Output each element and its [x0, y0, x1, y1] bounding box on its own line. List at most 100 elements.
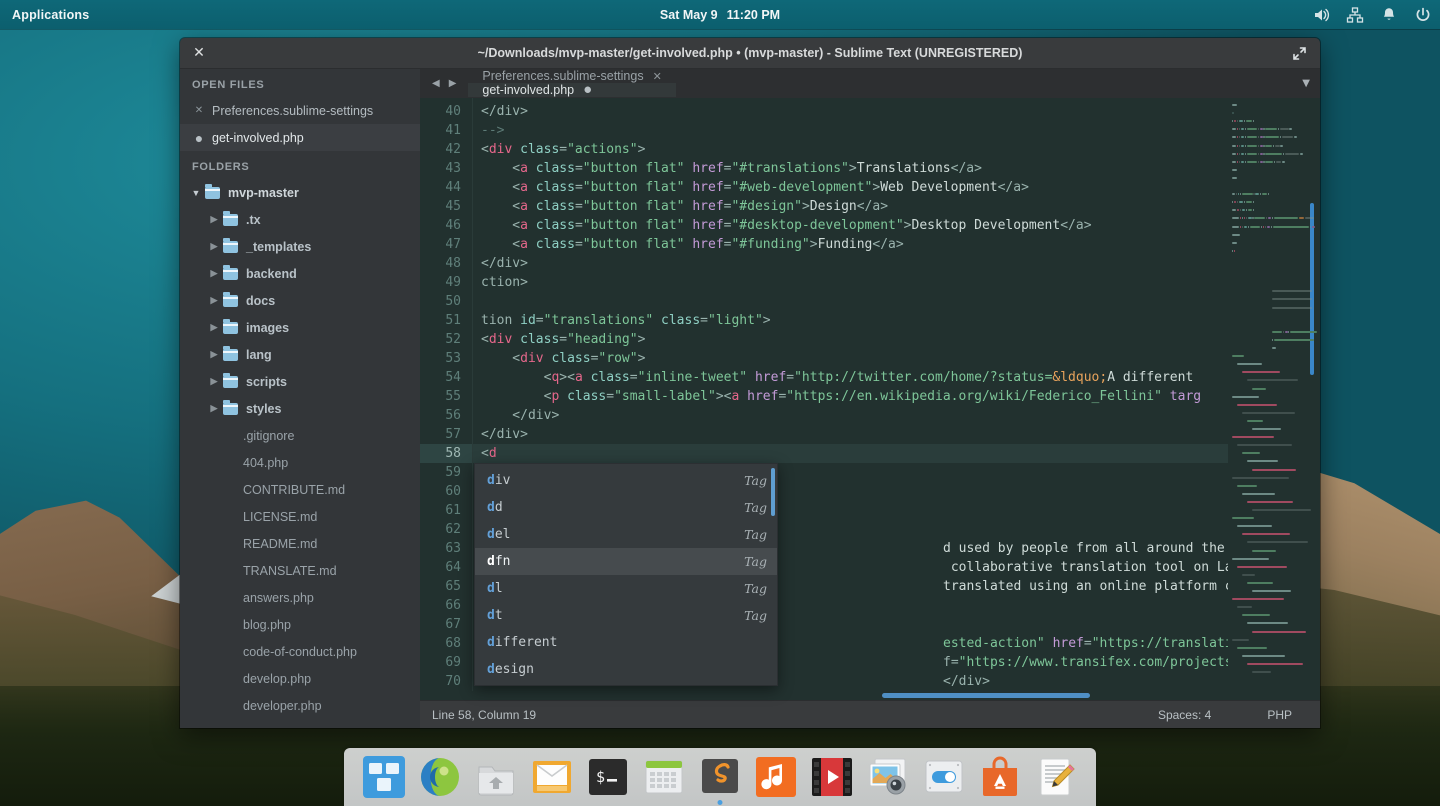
open-file-item[interactable]: ● get-involved.php: [180, 124, 420, 151]
file-tree-item[interactable]: blog.php: [180, 611, 420, 638]
code-token: f=: [943, 655, 959, 670]
folder-tree-item[interactable]: ▶ styles: [180, 395, 420, 422]
code-line[interactable]: </div>: [473, 425, 1228, 444]
dock-item-music-icon[interactable]: [754, 755, 798, 799]
file-tree-item-label: developer.php: [243, 698, 322, 713]
autocomplete-item[interactable]: dfn Tag: [475, 548, 777, 575]
horizontal-scrollbar[interactable]: [472, 691, 1228, 700]
autocomplete-item[interactable]: del Tag: [475, 521, 777, 548]
code-line[interactable]: <p class="small-label"><a href="https://…: [473, 387, 1228, 406]
close-icon[interactable]: ✕: [192, 105, 206, 116]
code-line[interactable]: -->: [473, 121, 1228, 140]
autocomplete-match-prefix: d: [487, 608, 495, 623]
minimap-line: [1242, 614, 1270, 617]
dock-item-web-browser-icon[interactable]: [418, 755, 462, 799]
tab-close-icon[interactable]: ✕: [653, 70, 662, 83]
dock-item-mail-icon[interactable]: [530, 755, 574, 799]
editor-tab[interactable]: get-involved.php ●: [468, 82, 676, 97]
dock-item-calendar-icon[interactable]: [642, 755, 686, 799]
code-line[interactable]: tion id="translations" class="light">: [473, 311, 1228, 330]
autocomplete-item[interactable]: dl Tag: [475, 575, 777, 602]
window-close-button[interactable]: ✕: [186, 40, 212, 66]
autocomplete-item[interactable]: design: [475, 656, 777, 683]
panel-clock[interactable]: Sat May 9 11:20 PM: [660, 8, 780, 22]
minimap-line: [1232, 249, 1234, 252]
code-line[interactable]: <a class="button flat" href="#web-develo…: [473, 178, 1228, 197]
code-line[interactable]: </div>: [473, 254, 1228, 273]
minimap-line: [1271, 306, 1313, 309]
power-icon[interactable]: [1414, 6, 1432, 24]
autocomplete-item[interactable]: div Tag: [475, 467, 777, 494]
code-token: href: [692, 180, 724, 195]
minimap-viewport[interactable]: [1310, 203, 1314, 375]
line-number: 55: [445, 389, 461, 404]
file-tree-item[interactable]: develop.php: [180, 665, 420, 692]
notification-icon[interactable]: [1380, 6, 1398, 24]
code-line[interactable]: ction>: [473, 273, 1228, 292]
code-line[interactable]: <div class="row">: [473, 349, 1228, 368]
code-line[interactable]: <a class="button flat" href="#funding">F…: [473, 235, 1228, 254]
code-line[interactable]: <div class="actions">: [473, 140, 1228, 159]
unsaved-dot-icon[interactable]: ●: [583, 82, 592, 97]
file-tree-item[interactable]: .gitignore: [180, 422, 420, 449]
folder-tree-item[interactable]: ▶ _templates: [180, 233, 420, 260]
file-tree-item[interactable]: LICENSE.md: [180, 503, 420, 530]
file-tree-item[interactable]: CONTRIBUTE.md: [180, 476, 420, 503]
code-line[interactable]: <d: [473, 444, 1228, 463]
dock-item-system-settings-icon[interactable]: [922, 755, 966, 799]
autocomplete-scrollbar[interactable]: [771, 468, 775, 516]
code-line[interactable]: <a class="button flat" href="#desktop-de…: [473, 216, 1228, 235]
network-icon[interactable]: [1346, 6, 1364, 24]
editor-area[interactable]: 40 41 42 43 44 45 46 47 48 49 50 51 52 53 54 55 56 57 58 59…: [420, 98, 1320, 700]
minimap-line: [1239, 120, 1243, 123]
file-tree-item[interactable]: code-of-conduct.php: [180, 638, 420, 665]
folder-tree-item[interactable]: ▶ backend: [180, 260, 420, 287]
volume-icon[interactable]: [1312, 6, 1330, 24]
dock-item-files-icon[interactable]: [474, 755, 518, 799]
dock-item-text-editor-icon[interactable]: [1034, 755, 1078, 799]
dock-item-photos-icon[interactable]: [866, 755, 910, 799]
folder-tree-item[interactable]: ▶ images: [180, 314, 420, 341]
dock-item-sublime-text-icon[interactable]: [698, 755, 742, 805]
code-line[interactable]: <div class="heading">: [473, 330, 1228, 349]
dock-item-video-icon[interactable]: [810, 755, 854, 799]
file-tree-item[interactable]: answers.php: [180, 584, 420, 611]
dock-item-applications-menu-icon[interactable]: [362, 755, 406, 799]
file-tree-item[interactable]: 404.php: [180, 449, 420, 476]
dock: $: [344, 748, 1096, 806]
status-indentation[interactable]: Spaces: 4: [1130, 708, 1239, 722]
status-syntax[interactable]: PHP: [1239, 708, 1320, 722]
folder-tree-item[interactable]: ▶ scripts: [180, 368, 420, 395]
folder-tree-item[interactable]: ▶ .tx: [180, 206, 420, 233]
folder-tree-item-label: docs: [246, 293, 276, 308]
file-tree-item[interactable]: developer.php: [180, 692, 420, 719]
autocomplete-item[interactable]: different: [475, 629, 777, 656]
autocomplete-popup[interactable]: div Tag dd Tag del Tag dfn Tag dl Tag dt Tag differe…: [474, 463, 778, 686]
code-line[interactable]: <a class="button flat" href="#design">De…: [473, 197, 1228, 216]
code-line[interactable]: <q><a class="inline-tweet" href="http://…: [473, 368, 1228, 387]
dock-item-app-center-icon[interactable]: [978, 755, 1022, 799]
applications-menu-button[interactable]: Applications: [0, 8, 101, 22]
code-line[interactable]: </div>: [473, 102, 1228, 121]
code-line[interactable]: <a class="button flat" href="#translatio…: [473, 159, 1228, 178]
window-maximize-button[interactable]: [1288, 42, 1310, 64]
autocomplete-item[interactable]: dt Tag: [475, 602, 777, 629]
autocomplete-item[interactable]: dd Tag: [475, 494, 777, 521]
file-tree-item[interactable]: TRANSLATE.md: [180, 557, 420, 584]
code-line[interactable]: </div>: [473, 406, 1228, 425]
tab-prev-button[interactable]: ◀: [432, 78, 440, 89]
folder-tree-item[interactable]: ▶ lang: [180, 341, 420, 368]
minimap-line: [1259, 144, 1263, 147]
folder-tree-item[interactable]: ▶ docs: [180, 287, 420, 314]
editor-tab[interactable]: Preferences.sublime-settings ✕: [468, 69, 675, 83]
folder-tree-root[interactable]: ▼ mvp-master: [180, 179, 420, 206]
horizontal-scrollbar-thumb[interactable]: [882, 693, 1090, 698]
file-tree-item[interactable]: README.md: [180, 530, 420, 557]
open-file-item[interactable]: ✕ Preferences.sublime-settings: [180, 97, 420, 124]
minimap[interactable]: [1228, 98, 1320, 700]
code-line[interactable]: [473, 292, 1228, 311]
tab-next-button[interactable]: ▶: [449, 78, 457, 89]
dock-item-terminal-icon[interactable]: $: [586, 755, 630, 799]
tab-overflow-menu-icon[interactable]: ▼: [1302, 69, 1310, 98]
